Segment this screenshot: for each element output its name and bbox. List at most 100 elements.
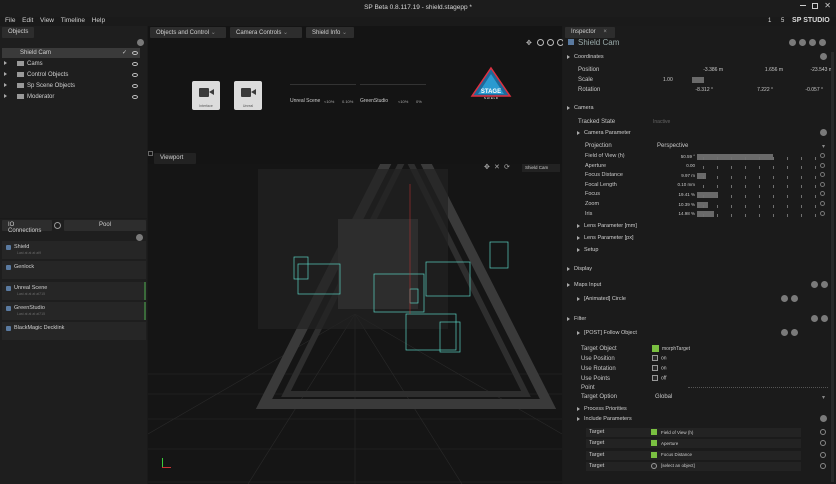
maps-add-icon[interactable] — [821, 281, 828, 288]
scale-field[interactable]: 1.00 — [663, 77, 673, 83]
menu-timeline[interactable]: Timeline — [61, 17, 85, 24]
expand-icon[interactable] — [577, 223, 580, 228]
camera-param-value[interactable]: 14.98 % — [661, 211, 695, 216]
section-include-parameters[interactable]: Include Parameters — [577, 416, 632, 422]
target-remove-icon[interactable] — [820, 429, 826, 435]
scale-tool-icon[interactable]: ✕ — [494, 163, 500, 171]
menu-view[interactable]: View — [40, 17, 54, 24]
use-position-checkbox[interactable]: on — [652, 355, 667, 361]
expand-icon[interactable] — [577, 130, 580, 135]
eye-icon[interactable] — [132, 95, 138, 99]
param-reset-icon[interactable] — [820, 201, 825, 206]
target-remove-icon[interactable] — [820, 440, 826, 447]
camera-param-slider[interactable] — [697, 153, 827, 161]
io-item-shield[interactable]: Shield Last at at at at9 — [2, 241, 146, 259]
io-item-genlock[interactable]: Genlock — [2, 261, 146, 279]
section-setup[interactable]: Setup — [577, 247, 598, 253]
eye-icon[interactable] — [809, 39, 816, 46]
point-slider[interactable] — [688, 387, 828, 390]
menu-help[interactable]: Help — [92, 17, 105, 24]
menu-file[interactable]: File — [5, 17, 15, 24]
section-filter[interactable]: Filter — [567, 316, 586, 322]
position-x-field[interactable]: -3.386 m — [663, 67, 723, 73]
viewport-canvas[interactable]: ✥ ✕ ⟳ Shield Cam — [147, 112, 563, 484]
filter-add-icon[interactable] — [821, 315, 828, 322]
section-add-icon[interactable] — [820, 53, 827, 60]
eye-icon[interactable] — [132, 73, 138, 77]
expand-icon[interactable] — [577, 235, 580, 240]
section-process-priorities[interactable]: Process Priorities — [577, 406, 627, 412]
position-z-field[interactable]: -23.543 m — [773, 67, 833, 73]
camera-param-slider[interactable] — [697, 211, 827, 218]
rotate-tool-icon[interactable]: ⟳ — [504, 163, 510, 171]
object-item-sp-scene-objects[interactable]: Sp Scene Objects — [2, 81, 140, 91]
tab-inspector[interactable]: Inspector × — [565, 27, 615, 38]
target-row[interactable]: Target Field of View (h) — [586, 428, 801, 437]
rotation-z-field[interactable]: -0.057 ° — [773, 87, 823, 93]
expand-icon[interactable] — [577, 406, 580, 411]
close-icon[interactable]: ✕ — [824, 1, 831, 10]
eye-icon[interactable] — [132, 84, 138, 88]
include-add-icon[interactable] — [820, 415, 827, 422]
tab-objects-and-control[interactable]: Objects and Control ⌄ — [150, 27, 226, 38]
expand-icon[interactable] — [567, 316, 570, 321]
expand-icon[interactable] — [567, 105, 570, 110]
section-lens-mm[interactable]: Lens Parameter [mm] — [577, 223, 637, 229]
tab-camera-controls[interactable]: Camera Controls ⌄ — [230, 27, 302, 38]
settings-icon[interactable] — [799, 39, 806, 46]
inspector-object-name[interactable]: Shield Cam — [578, 38, 619, 47]
target-option-select[interactable]: Global ▾ — [655, 394, 827, 401]
item-close-icon[interactable] — [791, 329, 798, 336]
expand-icon[interactable] — [567, 282, 570, 287]
target-object-field[interactable]: morphTarget — [652, 345, 690, 352]
target-remove-icon[interactable] — [820, 462, 826, 469]
target-row[interactable]: Target Aperture — [586, 439, 801, 449]
minimize-icon[interactable] — [800, 5, 806, 6]
inspector-scrollbar[interactable] — [831, 52, 834, 482]
section-coordinates[interactable]: Coordinates — [567, 54, 604, 60]
section-display[interactable]: Display — [567, 266, 592, 272]
use-rotation-checkbox[interactable]: on — [652, 365, 667, 371]
tab-objects[interactable]: Objects — [2, 27, 34, 38]
move-tool-icon[interactable]: ✥ — [484, 163, 490, 171]
expand-icon[interactable] — [4, 72, 7, 76]
rotation-y-field[interactable]: 7.222 ° — [723, 87, 773, 93]
camera-param-value[interactable]: 9.97 m — [661, 173, 695, 178]
expand-icon[interactable] — [4, 83, 7, 87]
record-icon[interactable] — [537, 39, 544, 46]
maps-input-item[interactable]: [Animated] Circle — [577, 296, 626, 302]
io-settings-icon[interactable] — [54, 222, 61, 229]
objects-add-icon[interactable] — [137, 39, 144, 46]
camera-param-value[interactable]: 19.41 % — [661, 192, 695, 197]
camera-param-value[interactable]: 10.39 % — [661, 202, 695, 207]
move-icon[interactable]: ✥ — [526, 39, 532, 47]
param-reset-icon[interactable] — [820, 162, 825, 168]
use-points-checkbox[interactable]: off — [652, 375, 666, 381]
filter-settings-icon[interactable] — [811, 315, 818, 322]
camera-param-slider[interactable] — [697, 182, 827, 189]
target-row[interactable]: Target [select an object] — [586, 461, 801, 471]
target-row[interactable]: Target Focus Distance — [586, 450, 801, 460]
camera-interface-button[interactable]: Interface — [192, 81, 220, 110]
section-add-icon[interactable] — [820, 129, 827, 136]
expand-icon[interactable] — [577, 247, 580, 252]
expand-icon[interactable] — [577, 330, 580, 335]
section-lens-px[interactable]: Lens Parameter [px] — [577, 235, 634, 241]
camera-param-slider[interactable] — [697, 191, 827, 199]
item-settings-icon[interactable] — [781, 329, 788, 336]
param-reset-icon[interactable] — [820, 210, 825, 216]
maximize-icon[interactable] — [812, 3, 818, 9]
tab-pool[interactable]: Pool — [64, 220, 146, 231]
param-reset-icon[interactable] — [820, 153, 825, 158]
tab-io-connections[interactable]: IO Connections — [2, 220, 52, 234]
camera-param-value[interactable]: 0.10 mm — [661, 182, 695, 187]
item-close-icon[interactable] — [791, 295, 798, 302]
camera-unreal-button[interactable]: Unreal — [234, 81, 262, 110]
target-remove-icon[interactable] — [820, 451, 826, 458]
rotation-x-field[interactable]: -8.312 ° — [663, 87, 713, 93]
section-camera[interactable]: Camera — [567, 105, 594, 111]
eye-icon[interactable] — [132, 51, 138, 55]
object-item-moderator[interactable]: Moderator — [2, 92, 140, 102]
object-item-shield-cam[interactable]: Shield Cam ✓ — [2, 48, 140, 58]
maps-settings-icon[interactable] — [811, 281, 818, 288]
